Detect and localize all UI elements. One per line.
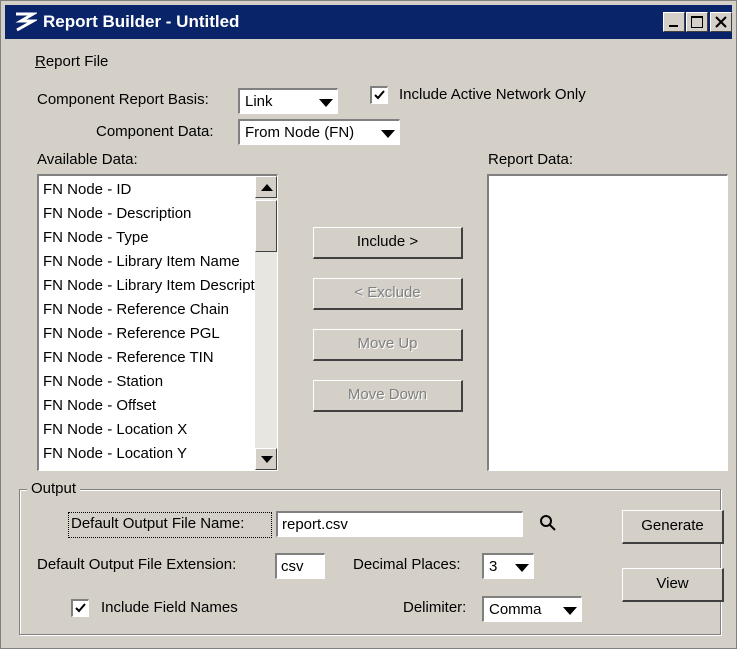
app-logo-icon <box>15 12 37 32</box>
list-item[interactable]: FN Node - Offset <box>43 394 156 418</box>
list-item[interactable]: FN Node - Library Item Name <box>43 250 240 274</box>
view-button[interactable]: View <box>622 568 724 602</box>
scroll-up-button[interactable] <box>255 176 277 198</box>
component-data-label: Component Data: <box>96 123 214 140</box>
include-button[interactable]: Include > <box>313 227 463 259</box>
output-file-name-value: report.csv <box>282 516 348 533</box>
output-group-label: Output <box>27 480 81 497</box>
list-item[interactable]: FN Node - Description <box>43 202 191 226</box>
minimize-button[interactable] <box>663 12 685 32</box>
chevron-down-icon <box>515 564 529 572</box>
list-item[interactable]: FN Node - Library Item Description <box>43 274 275 298</box>
delimiter-value: Comma <box>489 601 542 618</box>
component-data-value: From Node (FN) <box>245 124 355 141</box>
delimiter-label: Delimiter: <box>403 599 467 616</box>
exclude-button[interactable]: < Exclude <box>313 278 463 310</box>
report-builder-window: Report Builder - Untitled Report File Co… <box>0 0 737 649</box>
maximize-button[interactable] <box>686 12 708 32</box>
window-title: Report Builder - Untitled <box>43 12 240 31</box>
include-field-names-checkbox[interactable] <box>71 599 89 617</box>
include-field-names-label: Include Field Names <box>101 599 238 616</box>
checkmark-icon <box>374 90 385 100</box>
close-button[interactable] <box>710 12 732 32</box>
maximize-icon <box>691 16 703 28</box>
minimize-icon <box>669 25 678 27</box>
list-item[interactable]: FN Node - Reference PGL <box>43 322 220 346</box>
arrow-down-icon <box>261 456 273 463</box>
available-data-label: Available Data: <box>37 151 138 168</box>
output-extension-input[interactable]: csv <box>275 553 325 579</box>
move-down-button[interactable]: Move Down <box>313 380 463 412</box>
list-item[interactable]: FN Node - Type <box>43 226 149 250</box>
component-basis-label: Component Report Basis: <box>37 91 209 108</box>
decimal-places-label: Decimal Places: <box>353 556 461 573</box>
vertical-scrollbar[interactable] <box>255 176 277 470</box>
checkmark-icon <box>75 603 86 613</box>
report-data-list[interactable] <box>487 174 728 471</box>
search-icon[interactable] <box>538 513 558 533</box>
generate-button[interactable]: Generate <box>622 510 724 544</box>
decimal-places-dropdown[interactable]: 3 <box>482 553 534 579</box>
component-data-dropdown[interactable]: From Node (FN) <box>238 119 400 145</box>
chevron-down-icon <box>381 130 395 138</box>
list-item[interactable]: FN Node - Station <box>43 370 163 394</box>
close-icon <box>715 16 727 28</box>
title-bar[interactable]: Report Builder - Untitled <box>5 5 732 39</box>
list-item[interactable]: FN Node - Reference TIN <box>43 346 214 370</box>
move-up-button[interactable]: Move Up <box>313 329 463 361</box>
list-item[interactable]: FN Node - Location Y <box>43 442 187 466</box>
component-basis-value: Link <box>245 93 273 110</box>
menu-report-file[interactable]: Report File <box>35 53 108 70</box>
output-extension-label: Default Output File Extension: <box>37 556 237 573</box>
scroll-thumb[interactable] <box>255 200 277 252</box>
delimiter-dropdown[interactable]: Comma <box>482 596 582 622</box>
list-item[interactable]: FN Node - Location X <box>43 418 187 442</box>
list-item[interactable]: FN Node - ID <box>43 178 131 202</box>
decimal-places-value: 3 <box>489 558 498 575</box>
active-network-checkbox[interactable] <box>370 86 388 104</box>
scroll-down-button[interactable] <box>255 448 277 470</box>
active-network-label: Include Active Network Only <box>399 86 586 103</box>
menu-bar: Report File <box>35 53 108 70</box>
component-basis-dropdown[interactable]: Link <box>238 88 338 114</box>
output-file-name-label: Default Output File Name: <box>71 515 245 532</box>
available-data-list[interactable]: FN Node - ID FN Node - Description FN No… <box>37 174 278 471</box>
arrow-up-icon <box>261 184 273 191</box>
output-extension-value: csv <box>281 558 304 575</box>
report-data-label: Report Data: <box>488 151 574 168</box>
chevron-down-icon <box>563 607 577 615</box>
output-file-name-input[interactable]: report.csv <box>276 511 523 537</box>
chevron-down-icon <box>319 99 333 107</box>
list-item[interactable]: FN Node - Reference Chain <box>43 298 229 322</box>
